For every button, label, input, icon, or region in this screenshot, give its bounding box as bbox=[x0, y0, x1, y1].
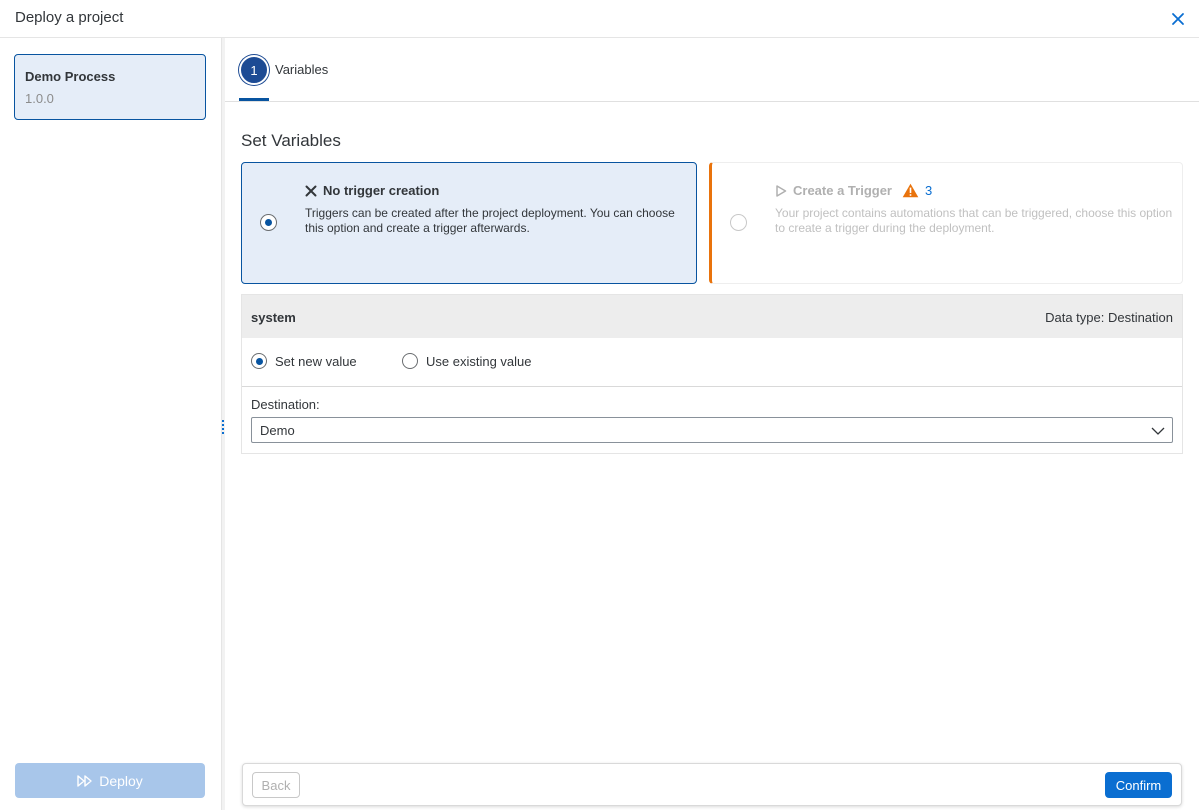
variable-panel-system: system Data type: Destination Set new va… bbox=[241, 294, 1183, 454]
destination-value: Demo bbox=[260, 423, 295, 438]
set-new-value-radio[interactable] bbox=[251, 353, 267, 369]
deploy-button-label: Deploy bbox=[99, 772, 143, 789]
use-existing-value-option[interactable]: Use existing value bbox=[402, 353, 532, 369]
project-version: 1.0.0 bbox=[25, 91, 54, 106]
variable-header: system Data type: Destination bbox=[242, 295, 1182, 338]
step-label-variables[interactable]: Variables bbox=[275, 62, 328, 77]
section-title: Set Variables bbox=[241, 131, 341, 150]
deploy-button[interactable]: Deploy bbox=[15, 763, 205, 798]
set-new-value-label: Set new value bbox=[275, 353, 357, 369]
dialog-header: Deploy a project bbox=[0, 0, 1199, 38]
splitter-grip-icon[interactable] bbox=[221, 420, 225, 434]
set-new-value-option[interactable]: Set new value bbox=[251, 353, 357, 369]
warning-count[interactable]: 3 bbox=[925, 183, 932, 198]
step-number-badge[interactable]: 1 bbox=[239, 55, 269, 85]
destination-label: Destination: bbox=[251, 397, 320, 412]
warning-icon bbox=[902, 183, 919, 198]
option-no-trigger-description: Triggers can be created after the projec… bbox=[305, 206, 675, 235]
play-outline-icon bbox=[776, 184, 787, 197]
variable-data-type: Data type: Destination bbox=[1045, 310, 1173, 325]
use-existing-value-radio[interactable] bbox=[402, 353, 418, 369]
close-icon bbox=[1172, 13, 1184, 25]
option-create-trigger-radio bbox=[730, 214, 747, 231]
destination-select[interactable]: Demo bbox=[251, 417, 1173, 443]
dialog-title: Deploy a project bbox=[15, 9, 124, 26]
confirm-button[interactable]: Confirm bbox=[1105, 772, 1172, 798]
back-button: Back bbox=[252, 772, 300, 798]
dialog-footer: Back Confirm bbox=[242, 763, 1182, 806]
option-no-trigger[interactable]: No trigger creation Triggers can be crea… bbox=[241, 162, 697, 284]
value-mode-group: Set new value Use existing value bbox=[242, 338, 1182, 387]
fast-forward-icon bbox=[77, 774, 92, 787]
variable-name: system bbox=[251, 310, 296, 325]
project-card-demo-process[interactable]: Demo Process 1.0.0 bbox=[14, 54, 206, 120]
option-no-trigger-title-row: No trigger creation bbox=[305, 183, 439, 198]
option-no-trigger-title: No trigger creation bbox=[323, 183, 440, 198]
option-no-trigger-radio[interactable] bbox=[260, 214, 277, 231]
option-create-trigger-title-row: Create a Trigger 3 bbox=[775, 183, 932, 198]
active-step-indicator bbox=[239, 98, 269, 101]
x-icon bbox=[305, 185, 317, 196]
option-create-trigger-description: Your project contains automations that c… bbox=[775, 206, 1173, 235]
close-button[interactable] bbox=[1168, 9, 1188, 29]
project-list-panel: Demo Process 1.0.0 Deploy bbox=[0, 38, 222, 810]
chevron-down-icon bbox=[1151, 427, 1165, 435]
option-create-trigger-title: Create a Trigger bbox=[793, 183, 892, 198]
use-existing-value-label: Use existing value bbox=[426, 353, 532, 369]
project-name: Demo Process bbox=[25, 69, 116, 84]
step-tab-bar: 1 Variables bbox=[225, 38, 1199, 102]
option-create-trigger: Create a Trigger 3 Your project contains… bbox=[709, 162, 1183, 284]
